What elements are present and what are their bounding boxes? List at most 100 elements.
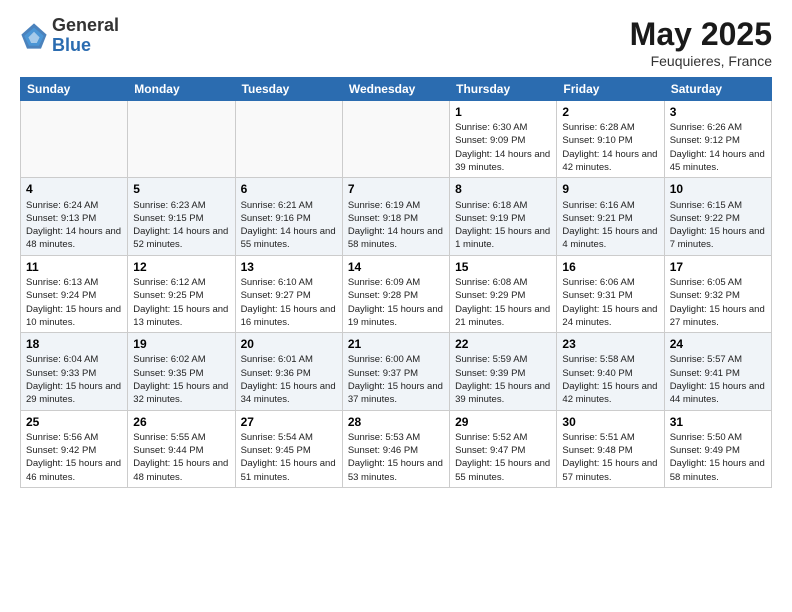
- day-number: 20: [241, 336, 337, 352]
- calendar-cell-w2-d1: 4Sunrise: 6:24 AM Sunset: 9:13 PM Daylig…: [21, 178, 128, 255]
- header-sunday: Sunday: [21, 78, 128, 101]
- calendar-cell-w3-d5: 15Sunrise: 6:08 AM Sunset: 9:29 PM Dayli…: [450, 255, 557, 332]
- day-number: 16: [562, 259, 658, 275]
- day-info: Sunrise: 5:51 AM Sunset: 9:48 PM Dayligh…: [562, 431, 658, 484]
- calendar-week-1: 1Sunrise: 6:30 AM Sunset: 9:09 PM Daylig…: [21, 101, 772, 178]
- header: General Blue May 2025 Feuquieres, France: [20, 16, 772, 69]
- day-number: 2: [562, 104, 658, 120]
- day-number: 26: [133, 414, 229, 430]
- calendar-cell-w4-d1: 18Sunrise: 6:04 AM Sunset: 9:33 PM Dayli…: [21, 333, 128, 410]
- day-number: 8: [455, 181, 551, 197]
- day-number: 30: [562, 414, 658, 430]
- day-info: Sunrise: 5:52 AM Sunset: 9:47 PM Dayligh…: [455, 431, 551, 484]
- calendar-week-3: 11Sunrise: 6:13 AM Sunset: 9:24 PM Dayli…: [21, 255, 772, 332]
- calendar-cell-w3-d3: 13Sunrise: 6:10 AM Sunset: 9:27 PM Dayli…: [235, 255, 342, 332]
- calendar-week-2: 4Sunrise: 6:24 AM Sunset: 9:13 PM Daylig…: [21, 178, 772, 255]
- logo-icon: [20, 22, 48, 50]
- calendar-week-5: 25Sunrise: 5:56 AM Sunset: 9:42 PM Dayli…: [21, 410, 772, 487]
- day-number: 21: [348, 336, 444, 352]
- day-number: 11: [26, 259, 122, 275]
- day-info: Sunrise: 6:00 AM Sunset: 9:37 PM Dayligh…: [348, 353, 444, 406]
- day-info: Sunrise: 6:08 AM Sunset: 9:29 PM Dayligh…: [455, 276, 551, 329]
- day-info: Sunrise: 6:06 AM Sunset: 9:31 PM Dayligh…: [562, 276, 658, 329]
- day-info: Sunrise: 6:19 AM Sunset: 9:18 PM Dayligh…: [348, 199, 444, 252]
- calendar-cell-w1-d7: 3Sunrise: 6:26 AM Sunset: 9:12 PM Daylig…: [664, 101, 771, 178]
- calendar-cell-w5-d4: 28Sunrise: 5:53 AM Sunset: 9:46 PM Dayli…: [342, 410, 449, 487]
- day-info: Sunrise: 5:55 AM Sunset: 9:44 PM Dayligh…: [133, 431, 229, 484]
- calendar-cell-w5-d2: 26Sunrise: 5:55 AM Sunset: 9:44 PM Dayli…: [128, 410, 235, 487]
- header-thursday: Thursday: [450, 78, 557, 101]
- calendar-subtitle: Feuquieres, France: [630, 53, 772, 69]
- calendar-cell-w1-d1: [21, 101, 128, 178]
- calendar-week-4: 18Sunrise: 6:04 AM Sunset: 9:33 PM Dayli…: [21, 333, 772, 410]
- header-wednesday: Wednesday: [342, 78, 449, 101]
- day-number: 6: [241, 181, 337, 197]
- calendar-cell-w3-d4: 14Sunrise: 6:09 AM Sunset: 9:28 PM Dayli…: [342, 255, 449, 332]
- calendar-cell-w2-d7: 10 Sunrise: 6:15 AM Sunset: 9:22 PM Dayli…: [664, 178, 771, 255]
- calendar-title: May 2025: [630, 16, 772, 53]
- day-info: Sunrise: 5:54 AM Sunset: 9:45 PM Dayligh…: [241, 431, 337, 484]
- day-number: 23: [562, 336, 658, 352]
- calendar-cell-w2-d6: 9Sunrise: 6:16 AM Sunset: 9:21 PM Daylig…: [557, 178, 664, 255]
- day-info: Sunrise: 5:50 AM Sunset: 9:49 PM Dayligh…: [670, 431, 766, 484]
- day-number: 14: [348, 259, 444, 275]
- calendar-cell-w2-d3: 6Sunrise: 6:21 AM Sunset: 9:16 PM Daylig…: [235, 178, 342, 255]
- day-info: Sunrise: 6:09 AM Sunset: 9:28 PM Dayligh…: [348, 276, 444, 329]
- calendar-cell-w5-d6: 30Sunrise: 5:51 AM Sunset: 9:48 PM Dayli…: [557, 410, 664, 487]
- calendar-cell-w1-d2: [128, 101, 235, 178]
- calendar-cell-w1-d5: 1Sunrise: 6:30 AM Sunset: 9:09 PM Daylig…: [450, 101, 557, 178]
- day-number: 31: [670, 414, 766, 430]
- day-info: Sunrise: 6:02 AM Sunset: 9:35 PM Dayligh…: [133, 353, 229, 406]
- day-number: 18: [26, 336, 122, 352]
- day-info: Sunrise: 6:18 AM Sunset: 9:19 PM Dayligh…: [455, 199, 551, 252]
- header-monday: Monday: [128, 78, 235, 101]
- calendar-cell-w2-d5: 8 Sunrise: 6:18 AM Sunset: 9:19 PM Daylig…: [450, 178, 557, 255]
- day-number: 17: [670, 259, 766, 275]
- calendar-cell-w4-d7: 24Sunrise: 5:57 AM Sunset: 9:41 PM Dayli…: [664, 333, 771, 410]
- calendar-cell-w1-d4: [342, 101, 449, 178]
- calendar-cell-w3-d2: 12Sunrise: 6:12 AM Sunset: 9:25 PM Dayli…: [128, 255, 235, 332]
- day-number: 7: [348, 181, 444, 197]
- logo: General Blue: [20, 16, 119, 56]
- calendar-cell-w2-d4: 7 Sunrise: 6:19 AM Sunset: 9:18 PM Daylig…: [342, 178, 449, 255]
- calendar-cell-w5-d3: 27Sunrise: 5:54 AM Sunset: 9:45 PM Dayli…: [235, 410, 342, 487]
- calendar-header: Sunday Monday Tuesday Wednesday Thursday…: [21, 78, 772, 101]
- day-info: Sunrise: 5:53 AM Sunset: 9:46 PM Dayligh…: [348, 431, 444, 484]
- calendar-cell-w4-d6: 23Sunrise: 5:58 AM Sunset: 9:40 PM Dayli…: [557, 333, 664, 410]
- day-info: Sunrise: 6:10 AM Sunset: 9:27 PM Dayligh…: [241, 276, 337, 329]
- calendar-cell-w1-d6: 2Sunrise: 6:28 AM Sunset: 9:10 PM Daylig…: [557, 101, 664, 178]
- day-info: Sunrise: 5:57 AM Sunset: 9:41 PM Dayligh…: [670, 353, 766, 406]
- day-number: 28: [348, 414, 444, 430]
- header-friday: Friday: [557, 78, 664, 101]
- calendar-cell-w4-d5: 22Sunrise: 5:59 AM Sunset: 9:39 PM Dayli…: [450, 333, 557, 410]
- day-number: 4: [26, 181, 122, 197]
- day-number: 15: [455, 259, 551, 275]
- day-info: Sunrise: 6:28 AM Sunset: 9:10 PM Dayligh…: [562, 121, 658, 174]
- day-info: Sunrise: 6:05 AM Sunset: 9:32 PM Dayligh…: [670, 276, 766, 329]
- day-number: 10: [670, 181, 766, 197]
- day-info: Sunrise: 5:56 AM Sunset: 9:42 PM Dayligh…: [26, 431, 122, 484]
- day-info: Sunrise: 6:26 AM Sunset: 9:12 PM Dayligh…: [670, 121, 766, 174]
- calendar-cell-w4-d2: 19Sunrise: 6:02 AM Sunset: 9:35 PM Dayli…: [128, 333, 235, 410]
- logo-general-text: General: [52, 16, 119, 36]
- day-number: 13: [241, 259, 337, 275]
- header-tuesday: Tuesday: [235, 78, 342, 101]
- day-number: 5: [133, 181, 229, 197]
- day-number: 12: [133, 259, 229, 275]
- day-info: Sunrise: 6:12 AM Sunset: 9:25 PM Dayligh…: [133, 276, 229, 329]
- logo-text: General Blue: [52, 16, 119, 56]
- calendar-cell-w3-d1: 11Sunrise: 6:13 AM Sunset: 9:24 PM Dayli…: [21, 255, 128, 332]
- calendar-cell-w4-d3: 20Sunrise: 6:01 AM Sunset: 9:36 PM Dayli…: [235, 333, 342, 410]
- day-number: 25: [26, 414, 122, 430]
- calendar-cell-w4-d4: 21Sunrise: 6:00 AM Sunset: 9:37 PM Dayli…: [342, 333, 449, 410]
- calendar-cell-w1-d3: [235, 101, 342, 178]
- calendar-cell-w5-d7: 31Sunrise: 5:50 AM Sunset: 9:49 PM Dayli…: [664, 410, 771, 487]
- day-info: Sunrise: 6:30 AM Sunset: 9:09 PM Dayligh…: [455, 121, 551, 174]
- day-number: 27: [241, 414, 337, 430]
- day-info: Sunrise: 6:13 AM Sunset: 9:24 PM Dayligh…: [26, 276, 122, 329]
- day-info: Sunrise: 6:15 AM Sunset: 9:22 PM Dayligh…: [670, 199, 766, 252]
- day-number: 3: [670, 104, 766, 120]
- logo-blue-text: Blue: [52, 36, 119, 56]
- calendar-cell-w2-d2: 5Sunrise: 6:23 AM Sunset: 9:15 PM Daylig…: [128, 178, 235, 255]
- calendar-body: 1Sunrise: 6:30 AM Sunset: 9:09 PM Daylig…: [21, 101, 772, 488]
